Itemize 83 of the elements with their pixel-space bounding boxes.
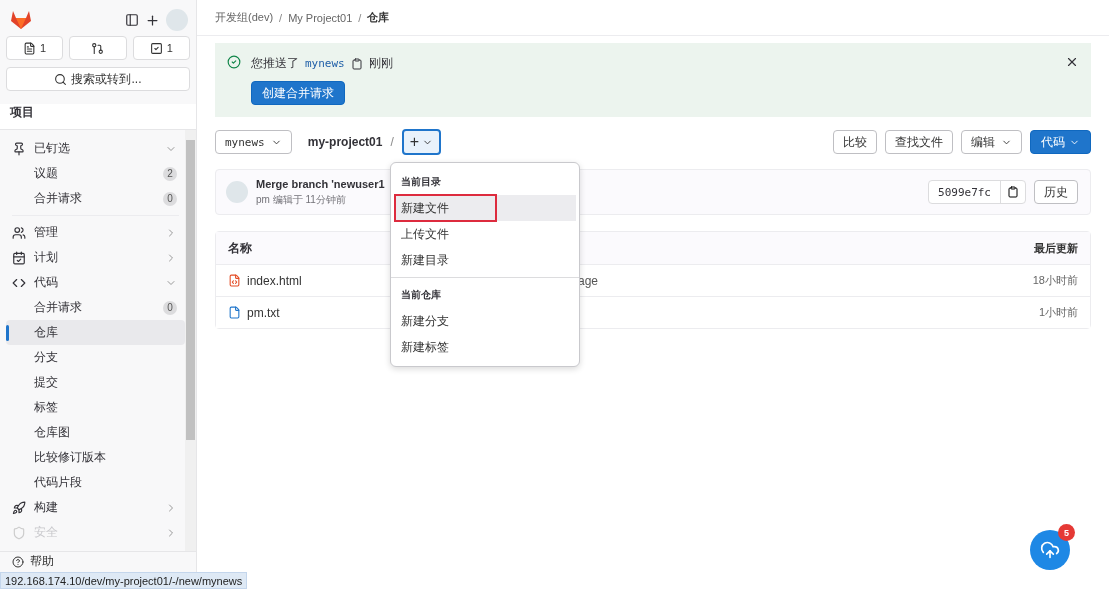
commit-sha[interactable]: 5099e7fc (929, 181, 1001, 203)
nav-item[interactable]: 标签 (6, 395, 185, 420)
plus-icon[interactable] (145, 12, 160, 28)
count-badge: 0 (163, 300, 177, 315)
help-icon (12, 555, 24, 568)
calendar-icon (12, 250, 26, 265)
menu-item[interactable]: 新建标签 (394, 334, 576, 360)
nav-item[interactable]: 分支 (6, 345, 185, 370)
commit-meta: pm 编辑于 11分钟前 (256, 192, 346, 207)
success-icon (227, 55, 241, 69)
nav-item[interactable]: 代码片段 (6, 470, 185, 495)
menu-item[interactable]: 新建文件 (394, 195, 576, 221)
edit-dropdown-button[interactable]: 编辑 (961, 130, 1022, 154)
counter-button[interactable]: 1 (6, 36, 64, 60)
cloud-upload-icon (1040, 540, 1060, 560)
nav-item[interactable]: 仓库 (6, 320, 185, 345)
toolbar-button[interactable]: 查找文件 (885, 130, 953, 154)
file-link[interactable]: pm.txt (247, 305, 280, 320)
todo-icon (149, 41, 163, 55)
avatar (226, 181, 248, 203)
column-header: 最后更新 (1034, 240, 1078, 256)
alert-time: 刚刚 (368, 55, 393, 72)
breadcrumb-separator: / (358, 11, 362, 24)
nav-section[interactable]: 构建 (6, 495, 185, 520)
counter-button[interactable] (69, 36, 127, 60)
notification-badge: 5 (1058, 524, 1075, 541)
commit-title[interactable]: Merge branch 'newuser1 (256, 177, 385, 190)
breadcrumb-link[interactable]: My Project01 (288, 11, 353, 24)
clipboard-icon (1007, 186, 1019, 198)
pin-icon (12, 141, 26, 156)
nav-item[interactable]: 比较修订版本 (6, 445, 185, 470)
scrollbar[interactable] (185, 130, 196, 551)
users-icon (12, 225, 26, 240)
count-badge: 0 (163, 191, 177, 206)
column-header: 名称 (228, 239, 252, 257)
nav-item[interactable]: 提交 (6, 370, 185, 395)
code-dropdown-button[interactable]: 代码 (1030, 130, 1091, 154)
nav-item[interactable]: 仓库图 (6, 420, 185, 445)
clipboard-icon[interactable] (350, 57, 363, 70)
close-icon[interactable] (1065, 55, 1079, 69)
history-button[interactable]: 历史 (1034, 180, 1078, 204)
branch-dropdown[interactable]: mynews (215, 130, 292, 154)
nav-section[interactable]: 已钉选 (6, 136, 185, 161)
file-icon (228, 306, 241, 319)
nav-item[interactable]: 合并请求 0 (6, 295, 185, 320)
menu-item[interactable]: 新建目录 (394, 247, 576, 273)
file-link[interactable]: index.html (247, 273, 302, 288)
breadcrumb-link[interactable]: 开发组(dev) (215, 10, 274, 25)
status-url: 192.168.174.10/dev/my-project01/-/new/mynews (0, 572, 248, 589)
toolbar-button[interactable]: 比较 (833, 130, 877, 154)
issues-icon (23, 41, 37, 55)
nav-item[interactable]: 议题 2 (6, 161, 185, 186)
create-merge-request-button[interactable]: 创建合并请求 (251, 81, 345, 105)
breadcrumb-separator: / (279, 11, 283, 24)
updated-time: 18小时前 (1032, 273, 1078, 288)
repo-path[interactable]: my-project01 (307, 135, 383, 149)
branch-link[interactable]: mynews (305, 57, 345, 70)
nav-section[interactable]: 计划 (6, 245, 185, 270)
count-badge: 2 (163, 166, 177, 181)
rocket-icon (12, 500, 26, 515)
nav-section[interactable]: 管理 (6, 220, 185, 245)
html-file-icon (228, 274, 241, 287)
fox-logo[interactable] (10, 10, 32, 30)
menu-item[interactable]: 新建分支 (394, 308, 576, 334)
add-dropdown-button[interactable]: + (401, 129, 442, 155)
menu-group-title: 当前目录 (400, 175, 442, 189)
project-heading: 项目 (0, 104, 196, 130)
breadcrumb-link[interactable]: 仓库 (367, 10, 390, 25)
sidebar-toggle-icon[interactable] (125, 13, 139, 27)
nav-section[interactable]: 代码 (6, 270, 185, 295)
shield-icon (12, 525, 26, 540)
updated-time: 1小时前 (1038, 305, 1078, 320)
merge-request-icon (91, 41, 105, 55)
search-icon (54, 72, 68, 86)
path-separator: / (390, 135, 394, 149)
upload-button[interactable] (1030, 530, 1070, 570)
menu-group-title: 当前仓库 (400, 288, 442, 302)
alert-text: 您推送了 (251, 55, 299, 72)
counter-button[interactable]: 1 (132, 36, 190, 60)
help-button[interactable]: 帮助 (0, 551, 196, 571)
search-button[interactable]: 搜索或转到... (6, 67, 190, 91)
menu-item[interactable]: 上传文件 (394, 221, 576, 247)
nav-item[interactable]: 合并请求 0 (6, 186, 185, 211)
